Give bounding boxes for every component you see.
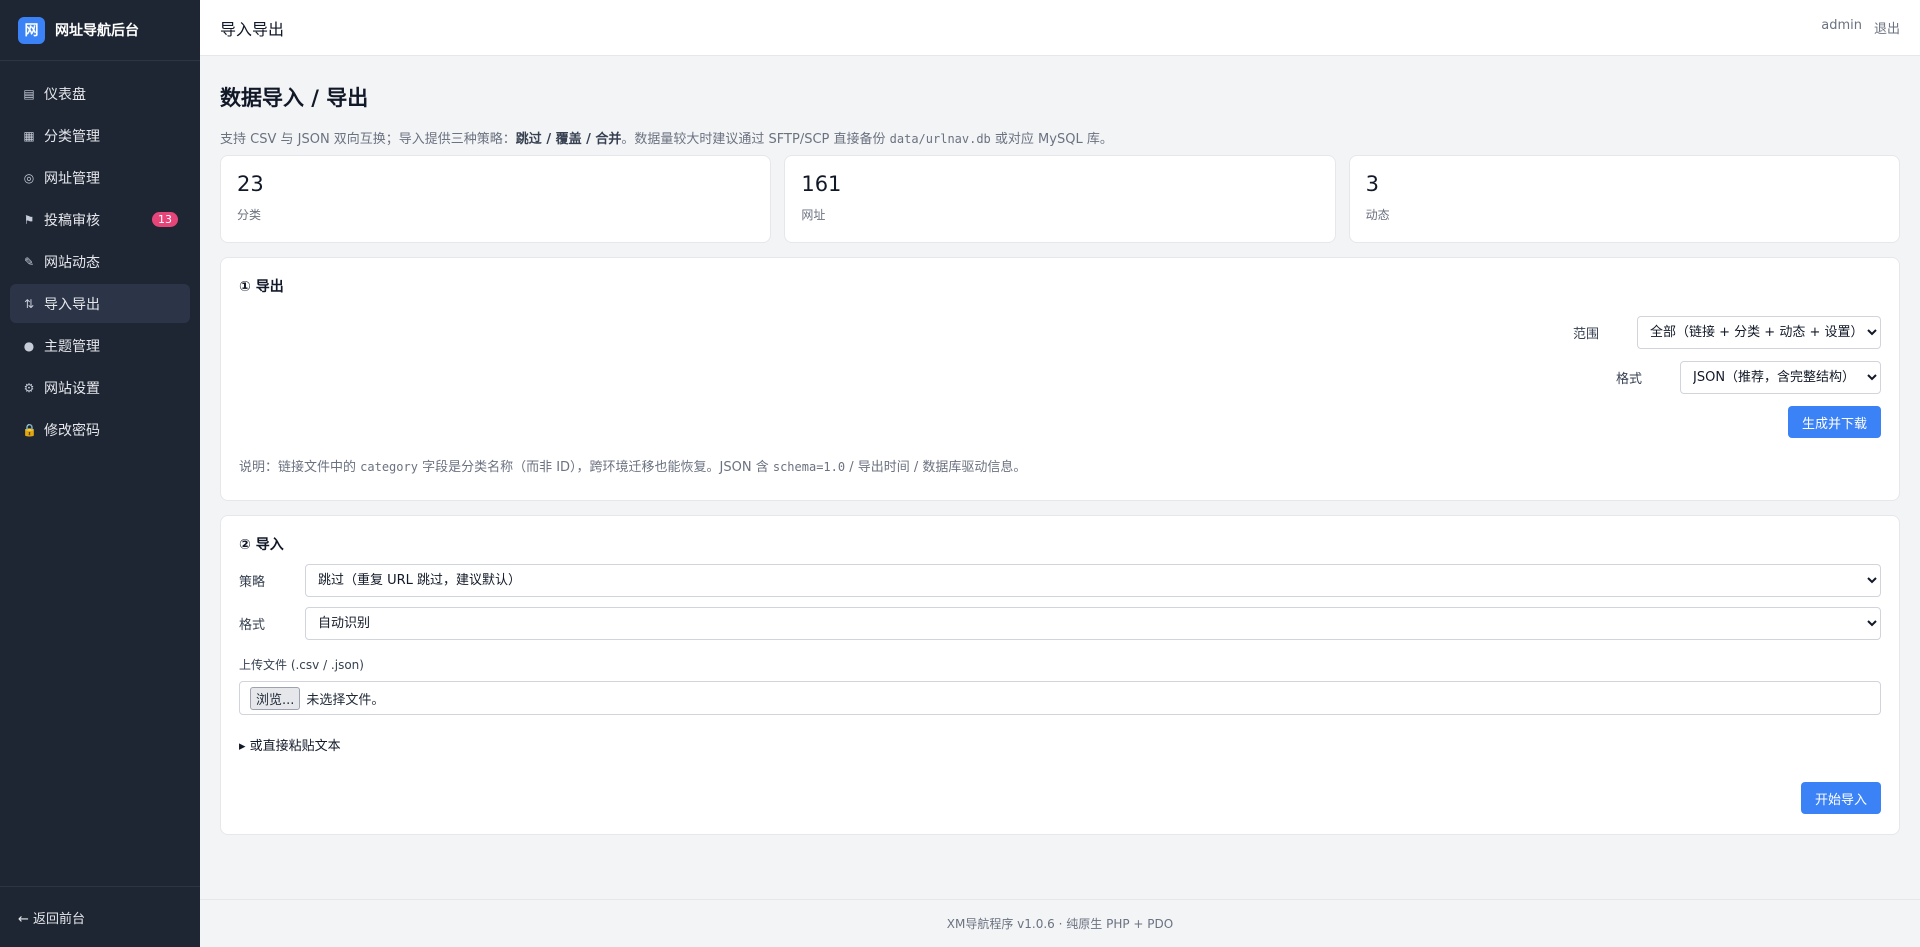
sidebar-item-1[interactable]: ▦ 分类管理 [10,116,190,155]
stat-label: 网址 [801,208,826,222]
brand: 网 网址导航后台 [0,0,200,61]
file-upload-input[interactable]: 浏览... 未选择文件。 [239,681,1881,715]
no-file-text: 未选择文件。 [306,692,385,708]
import-strategy-label: 策略 [239,575,266,590]
topbar: 导入导出 admin 退出 [200,0,1920,56]
sidebar-item-label: 修改密码 [44,422,100,439]
sidebar-item-label: 网站动态 [44,254,100,271]
desc-pre: 支持 CSV 与 JSON 双向互换；导入提供三种策略： [220,132,516,147]
page-title: 数据导入 / 导出 [220,86,369,110]
import-strategy-select[interactable]: 跳过（重复 URL 跳过，建议默认） [305,564,1881,597]
note-code-schema: schema=1.0 [772,460,846,474]
category-grid-icon: ▦ [23,128,35,143]
stats-row: 23 分类 161 网址 3 动态 [220,155,1900,243]
desc-mid: 。数据量较大时建议通过 SFTP/SCP 直接备份 [621,132,890,147]
import-button-row: 开始导入 [239,782,1881,814]
stat-value: 161 [801,172,842,196]
sidebar-item-label: 网站设置 [44,380,100,397]
upload-label: 上传文件 (.csv / .json) [239,658,364,672]
stat-card-categories: 23 分类 [220,155,772,243]
gear-icon: ⚙ [23,380,35,395]
note-code-category: category [360,460,418,474]
export-card: ① 导出 范围 全部（链接 + 分类 + 动态 + 设置） 格式 JSON（推荐… [220,257,1900,501]
sidebar-item-5[interactable]: ⇅ 导入导出 [10,284,190,323]
desc-strategies: 跳过 / 覆盖 / 合并 [515,132,622,147]
sidebar-nav: ▤ 仪表盘 ▦ 分类管理 ◎ 网址管理 ⚑ 投稿审核 13 ✎ 网站动态 ⇅ 导入导出 ● 主题管理 ⚙ 网站设… [0,61,200,886]
pen-icon: ✎ [23,254,35,269]
note-pre: 说明：链接文件中的 [239,460,361,475]
import-strategy-row: 策略 跳过（重复 URL 跳过，建议默认） [239,564,1881,597]
page-description: 支持 CSV 与 JSON 双向互换；导入提供三种策略：跳过 / 覆盖 / 合并… [220,128,1900,147]
desc-post: 或对应 MySQL 库。 [990,132,1113,147]
sidebar: 网 网址导航后台 ▤ 仪表盘 ▦ 分类管理 ◎ 网址管理 ⚑ 投稿审核 13 ✎ 网站动态 ⇅ 导入导出… [0,0,200,947]
flag-icon: ⚑ [23,212,35,227]
pending-count-badge: 13 [152,212,178,227]
stat-card-posts: 3 动态 [1348,155,1900,243]
export-button-row: 生成并下载 [239,406,1881,438]
sidebar-item-label: 网址管理 [44,170,100,187]
brand-logo: 网 [18,16,45,44]
sidebar-item-8[interactable]: 🔒 修改密码 [10,410,190,449]
import-title: ② 导入 [239,537,284,553]
browse-button[interactable]: 浏览... [250,686,301,710]
export-format-row: 格式 JSON（推荐，含完整结构） [239,361,1881,394]
stat-label: 分类 [237,208,262,222]
palette-icon: ● [23,338,35,353]
export-scope-row: 范围 全部（链接 + 分类 + 动态 + 设置） [239,316,1881,349]
export-note: 说明：链接文件中的 category 字段是分类名称（而非 ID），跨环境迁移也… [239,456,1881,475]
stat-value: 3 [1365,172,1380,196]
export-scope-select[interactable]: 全部（链接 + 分类 + 动态 + 设置） [1637,316,1881,349]
import-export-icon: ⇅ [23,296,35,311]
generate-download-button[interactable]: 生成并下载 [1787,406,1881,438]
footer: XM导航程序 v1.0.6 · 纯原生 PHP + PDO [200,899,1920,947]
export-format-select[interactable]: JSON（推荐，含完整结构） [1680,361,1881,394]
topbar-title: 导入导出 [220,19,285,39]
stat-card-links: 161 网址 [784,155,1336,243]
export-scope-label: 范围 [1572,327,1599,342]
sidebar-item-label: 分类管理 [44,128,100,145]
stat-value: 23 [237,172,264,196]
desc-path: data/urlnav.db [889,132,991,146]
sidebar-item-label: 导入导出 [44,296,100,313]
lock-icon: 🔒 [22,422,37,437]
username: admin [1821,18,1862,33]
back-to-frontend-link[interactable]: ← 返回前台 [0,886,200,947]
sidebar-item-label: 投稿审核 [44,212,100,229]
import-format-row: 格式 自动识别 [239,607,1881,640]
export-title: ① 导出 [239,279,284,295]
link-icon: ◎ [23,170,35,185]
main-area: 导入导出 admin 退出 数据导入 / 导出 支持 CSV 与 JSON 双向… [200,0,1920,947]
note-post: / 导出时间 / 数据库驱动信息。 [845,460,1027,475]
paste-text-toggle[interactable]: ▸ 或直接粘贴文本 [239,735,1881,754]
export-format-label: 格式 [1615,372,1642,387]
sidebar-item-label: 主题管理 [44,338,100,355]
sidebar-item-label: 仪表盘 [44,86,86,103]
sidebar-item-6[interactable]: ● 主题管理 [10,326,190,365]
content: 数据导入 / 导出 支持 CSV 与 JSON 双向互换；导入提供三种策略：跳过… [200,56,1920,899]
dashboard-icon: ▤ [23,86,35,101]
brand-title: 网址导航后台 [55,23,139,39]
import-card: ② 导入 策略 跳过（重复 URL 跳过，建议默认） 格式 自动识别 上传文件 … [220,515,1900,835]
import-format-select[interactable]: 自动识别 [305,607,1881,640]
sidebar-item-0[interactable]: ▤ 仪表盘 [10,74,190,113]
sidebar-item-4[interactable]: ✎ 网站动态 [10,242,190,281]
sidebar-item-2[interactable]: ◎ 网址管理 [10,158,190,197]
note-mid: 字段是分类名称（而非 ID），跨环境迁移也能恢复。JSON 含 [417,460,773,475]
logout-link[interactable]: 退出 [1874,18,1900,37]
sidebar-item-7[interactable]: ⚙ 网站设置 [10,368,190,407]
import-format-label: 格式 [239,618,266,633]
sidebar-item-3[interactable]: ⚑ 投稿审核 13 [10,200,190,239]
topbar-user-area: admin 退出 [1821,18,1900,37]
stat-label: 动态 [1365,208,1390,222]
start-import-button[interactable]: 开始导入 [1800,782,1881,814]
